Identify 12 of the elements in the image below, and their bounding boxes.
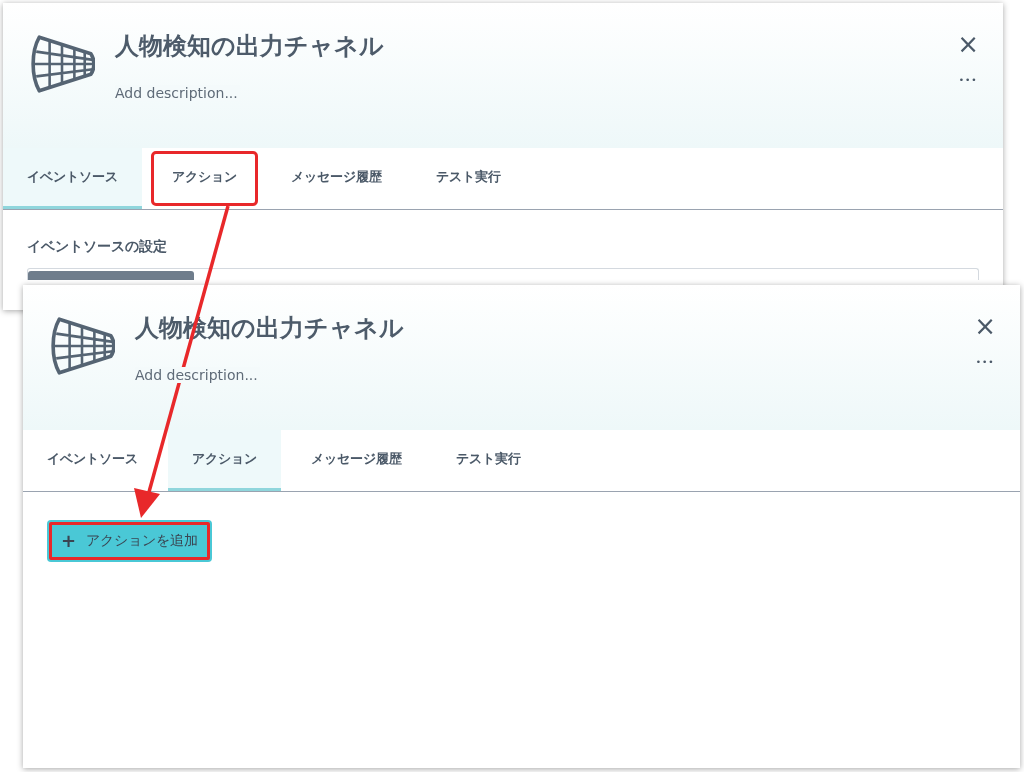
tab[interactable]: イベントソース bbox=[3, 148, 142, 209]
close-button[interactable]: × bbox=[974, 313, 996, 339]
more-button[interactable]: ••• bbox=[958, 75, 978, 85]
tab[interactable]: アクション bbox=[168, 430, 281, 491]
panel-title: 人物検知の出力チャネル bbox=[115, 31, 385, 61]
tab[interactable]: アクション bbox=[148, 148, 261, 209]
description-placeholder[interactable]: Add description... bbox=[135, 367, 260, 383]
close-button[interactable]: × bbox=[957, 31, 979, 57]
section-title: イベントソースの設定 bbox=[27, 238, 168, 256]
more-button[interactable]: ••• bbox=[975, 357, 995, 367]
description-placeholder[interactable]: Add description... bbox=[115, 85, 240, 101]
add-action-button[interactable]: + アクションを追加 bbox=[47, 520, 213, 562]
